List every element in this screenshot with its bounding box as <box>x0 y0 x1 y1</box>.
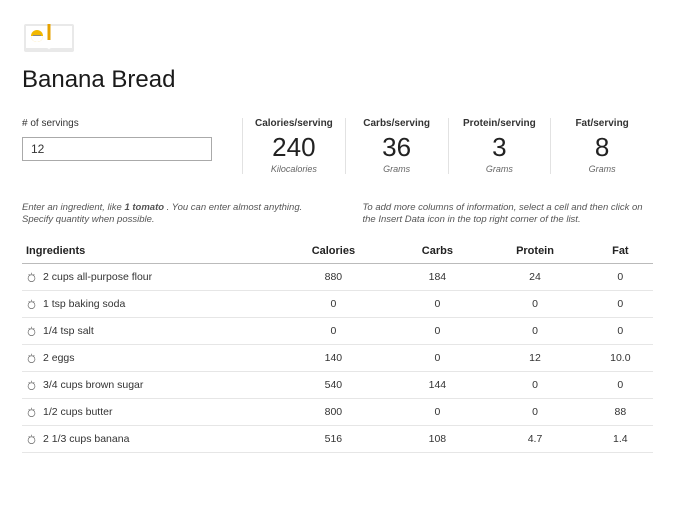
ingredients-table: Ingredients Calories Carbs Protein Fat 2… <box>22 239 653 453</box>
hints-row: Enter an ingredient, like 1 tomato . You… <box>22 202 653 228</box>
col-fat: Fat <box>588 239 653 264</box>
table-row[interactable]: 1/2 cups butter8000088 <box>22 399 653 426</box>
cell-fat: 1.4 <box>588 426 653 453</box>
table-row[interactable]: 2 1/3 cups banana 5161084.71.4 <box>22 426 653 453</box>
table-header-row: Ingredients Calories Carbs Protein Fat <box>22 239 653 264</box>
food-icon <box>26 353 37 364</box>
table-row[interactable]: 3/4 cups brown sugar54014400 <box>22 372 653 399</box>
stat-unit: Kilocalories <box>253 164 335 174</box>
cell-protein: 0 <box>482 318 587 345</box>
cell-calories: 540 <box>274 372 392 399</box>
ingredient-name: 3/4 cups brown sugar <box>43 379 143 391</box>
stat-label: Calories/serving <box>253 118 335 129</box>
cell-protein: 0 <box>482 399 587 426</box>
cell-carbs: 0 <box>392 345 482 372</box>
col-calories: Calories <box>274 239 392 264</box>
table-row[interactable]: 1/4 tsp salt0000 <box>22 318 653 345</box>
hint-right: To add more columns of information, sele… <box>363 202 654 228</box>
cell-carbs: 108 <box>392 426 482 453</box>
recipe-book-icon <box>22 18 76 56</box>
ingredient-name: 1 tsp baking soda <box>43 298 125 310</box>
servings-block: # of servings <box>22 118 242 161</box>
cell-fat: 0 <box>588 318 653 345</box>
cell-carbs: 0 <box>392 291 482 318</box>
stat-protein: Protein/serving 3 Grams <box>448 118 551 174</box>
stat-value: 3 <box>459 133 541 162</box>
stat-unit: Grams <box>356 164 438 174</box>
food-icon <box>26 380 37 391</box>
servings-label: # of servings <box>22 118 212 129</box>
col-protein: Protein <box>482 239 587 264</box>
ingredient-name: 2 1/3 cups banana <box>43 433 129 445</box>
cell-protein: 24 <box>482 264 587 291</box>
food-icon <box>26 272 37 283</box>
stat-label: Protein/serving <box>459 118 541 129</box>
cell-fat: 0 <box>588 372 653 399</box>
ingredient-name: 2 eggs <box>43 352 75 364</box>
cell-fat: 0 <box>588 264 653 291</box>
stat-value: 36 <box>356 133 438 162</box>
cell-protein: 12 <box>482 345 587 372</box>
col-carbs: Carbs <box>392 239 482 264</box>
cell-calories: 516 <box>274 426 392 453</box>
cell-protein: 4.7 <box>482 426 587 453</box>
food-icon <box>26 326 37 337</box>
cell-calories: 800 <box>274 399 392 426</box>
stats-row: # of servings Calories/serving 240 Kiloc… <box>22 118 653 174</box>
stat-carbs: Carbs/serving 36 Grams <box>345 118 448 174</box>
cell-fat: 88 <box>588 399 653 426</box>
cell-protein: 0 <box>482 291 587 318</box>
table-row[interactable]: 2 eggs 14001210.0 <box>22 345 653 372</box>
ingredient-name: 1/2 cups butter <box>43 406 112 418</box>
cell-carbs: 144 <box>392 372 482 399</box>
stat-label: Fat/serving <box>561 118 643 129</box>
ingredient-name: 2 cups all-purpose flour <box>43 271 152 283</box>
food-icon <box>26 407 37 418</box>
table-row[interactable]: 1 tsp baking soda0000 <box>22 291 653 318</box>
cell-carbs: 184 <box>392 264 482 291</box>
cell-fat: 10.0 <box>588 345 653 372</box>
ingredient-name: 1/4 tsp salt <box>43 325 94 337</box>
cell-calories: 880 <box>274 264 392 291</box>
table-row[interactable]: 2 cups all-purpose flour 880184240 <box>22 264 653 291</box>
hint-left: Enter an ingredient, like 1 tomato . You… <box>22 202 313 228</box>
cell-calories: 0 <box>274 291 392 318</box>
stat-unit: Grams <box>459 164 541 174</box>
cell-carbs: 0 <box>392 318 482 345</box>
cell-fat: 0 <box>588 291 653 318</box>
stat-value: 8 <box>561 133 643 162</box>
cell-calories: 0 <box>274 318 392 345</box>
recipe-title: Banana Bread <box>22 66 653 94</box>
cell-carbs: 0 <box>392 399 482 426</box>
stat-fat: Fat/serving 8 Grams <box>550 118 653 174</box>
food-icon <box>26 434 37 445</box>
servings-input[interactable] <box>22 137 212 161</box>
stat-label: Carbs/serving <box>356 118 438 129</box>
stat-value: 240 <box>253 133 335 162</box>
cell-calories: 140 <box>274 345 392 372</box>
stat-calories: Calories/serving 240 Kilocalories <box>242 118 345 174</box>
stat-unit: Grams <box>561 164 643 174</box>
col-ingredients: Ingredients <box>22 239 274 264</box>
food-icon <box>26 299 37 310</box>
cell-protein: 0 <box>482 372 587 399</box>
